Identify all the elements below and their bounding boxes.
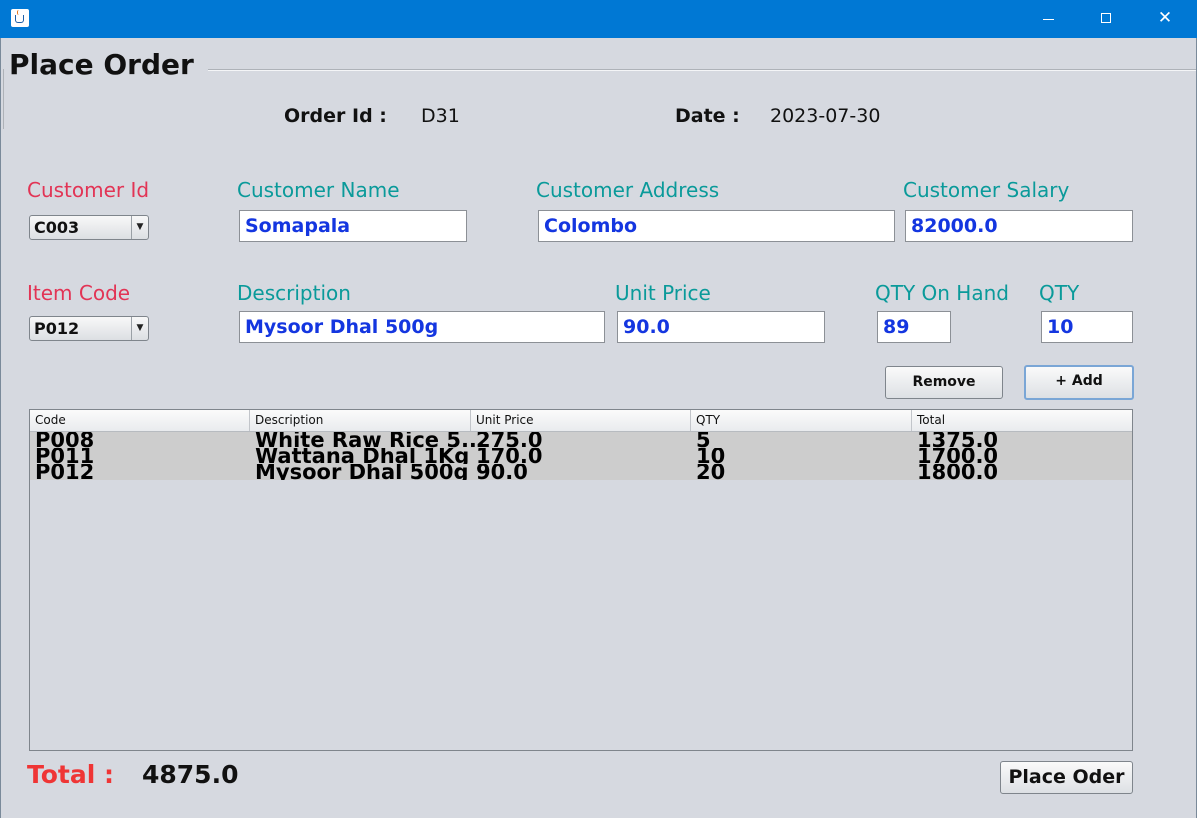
total-value: 4875.0: [142, 760, 239, 789]
date-label: Date :: [675, 105, 740, 127]
cell-code: P011: [35, 448, 95, 464]
add-button[interactable]: + Add: [1024, 365, 1134, 400]
java-app-icon: [11, 9, 29, 27]
qty-on-hand-field[interactable]: 89: [877, 311, 951, 343]
column-header-code[interactable]: Code: [30, 410, 250, 431]
customer-address-label: Customer Address: [536, 178, 720, 202]
cell-unit-price: 170.0: [476, 448, 543, 464]
unit-price-field[interactable]: 90.0: [617, 311, 825, 343]
table-row[interactable]: P008 White Raw Rice 5... 275.0 5 1375.0: [30, 432, 1132, 448]
item-code-selected: P012: [34, 319, 80, 338]
cell-description: Wattana Dhal 1Kg: [255, 448, 470, 464]
cell-description: Mysoor Dhal 500g: [255, 464, 469, 480]
date-value: 2023-07-30: [770, 105, 881, 127]
remove-button[interactable]: Remove: [885, 366, 1003, 399]
minimize-button[interactable]: [1019, 0, 1077, 38]
item-code-combobox[interactable]: P012 ▼: [29, 316, 149, 341]
total-label: Total :: [27, 760, 114, 789]
close-icon: ✕: [1157, 8, 1173, 28]
minimize-icon: [1043, 19, 1054, 20]
unit-price-label: Unit Price: [615, 281, 711, 305]
close-button[interactable]: ✕: [1136, 0, 1194, 38]
item-code-label: Item Code: [27, 281, 131, 305]
cell-qty: 5: [696, 432, 711, 448]
table-header: Code Description Unit Price QTY Total: [30, 410, 1132, 432]
column-header-qty[interactable]: QTY: [691, 410, 912, 431]
maximize-icon: [1101, 13, 1111, 23]
cell-total: 1700.0: [917, 448, 999, 464]
cell-total: 1800.0: [917, 464, 999, 480]
maximize-button[interactable]: [1077, 0, 1135, 38]
customer-id-combobox[interactable]: C003 ▼: [29, 215, 149, 240]
customer-id-label: Customer Id: [27, 178, 150, 202]
order-id-label: Order Id :: [284, 105, 387, 127]
qty-label: QTY: [1039, 281, 1080, 305]
dropdown-arrow-icon[interactable]: ▼: [131, 216, 148, 239]
customer-salary-field[interactable]: 82000.0: [905, 210, 1133, 242]
customer-name-field[interactable]: Somapala: [239, 210, 467, 242]
title-separator-highlight: [208, 70, 1196, 71]
cell-qty: 20: [696, 464, 726, 480]
table-row[interactable]: P012 Mysoor Dhal 500g 90.0 20 1800.0: [30, 464, 1132, 480]
dropdown-arrow-icon[interactable]: ▼: [131, 317, 148, 340]
cell-unit-price: 90.0: [476, 464, 528, 480]
column-header-description[interactable]: Description: [250, 410, 471, 431]
panel-border: [3, 69, 4, 129]
cell-unit-price: 275.0: [476, 432, 543, 448]
cell-code: P012: [35, 464, 95, 480]
cell-total: 1375.0: [917, 432, 999, 448]
place-order-button[interactable]: Place Oder: [1000, 761, 1133, 794]
customer-address-field[interactable]: Colombo: [538, 210, 895, 242]
table-row[interactable]: P011 Wattana Dhal 1Kg 170.0 10 1700.0: [30, 448, 1132, 464]
cell-qty: 10: [696, 448, 726, 464]
page-title: Place Order: [9, 48, 194, 81]
qty-field[interactable]: 10: [1041, 311, 1133, 343]
cell-description: White Raw Rice 5...: [255, 432, 485, 448]
order-id-value: D31: [421, 105, 460, 127]
column-header-total[interactable]: Total: [912, 410, 1132, 431]
cell-code: P008: [35, 432, 95, 448]
qty-on-hand-label: QTY On Hand: [875, 281, 1009, 305]
column-header-unit-price[interactable]: Unit Price: [471, 410, 691, 431]
window-titlebar: ✕: [0, 0, 1197, 38]
customer-id-selected: C003: [34, 218, 80, 237]
order-items-table[interactable]: Code Description Unit Price QTY Total P0…: [29, 409, 1133, 751]
customer-salary-label: Customer Salary: [903, 178, 1070, 202]
description-label: Description: [237, 281, 351, 305]
description-field[interactable]: Mysoor Dhal 500g: [239, 311, 605, 343]
customer-name-label: Customer Name: [237, 178, 400, 202]
